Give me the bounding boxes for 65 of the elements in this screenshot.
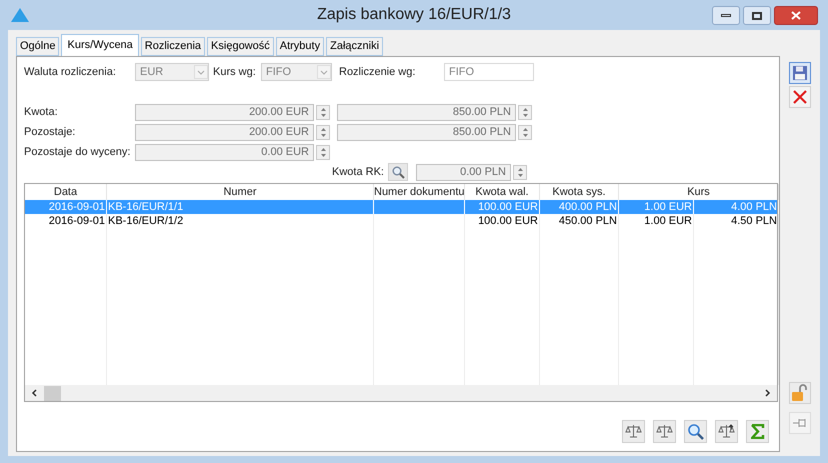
table-cell: 2016-09-01 [48, 201, 105, 213]
table-cell: 100.00 EUR [478, 215, 538, 227]
table-cell: 4.50 PLN [731, 215, 777, 227]
amount-field[interactable]: 850.00 PLN [337, 124, 516, 141]
amount-field[interactable]: 850.00 PLN [337, 104, 516, 121]
spin-arrows-icon[interactable] [316, 125, 330, 140]
chevron-down-icon [317, 65, 331, 79]
tab[interactable]: Ogólne [16, 37, 60, 56]
close-icon [791, 11, 801, 20]
table-cell: 1.00 EUR [644, 215, 692, 227]
tab[interactable]: Kurs/Wycena [61, 34, 139, 56]
tab[interactable]: Rozliczenia [140, 37, 206, 56]
pin-icon [793, 418, 807, 428]
pin-button[interactable] [789, 412, 811, 434]
field-label: Waluta rozliczenia: [24, 64, 117, 80]
field-label: Kwota RK: [332, 164, 385, 180]
table-cell: 1.00 EUR [644, 201, 692, 213]
table-cell: 100.00 EUR [478, 201, 538, 213]
search-button[interactable] [388, 163, 408, 181]
amount-field[interactable]: 200.00 EUR [135, 124, 314, 141]
field-label: Kurs wg: [213, 64, 257, 80]
search-icon [392, 166, 404, 178]
scroll-right-icon [765, 389, 771, 397]
field-label: Pozostaje do wyceny: [24, 145, 132, 160]
amount-field[interactable]: 0.00 PLN [416, 164, 511, 180]
window-title: Zapis bankowy 16/EUR/1/3 [317, 5, 511, 25]
field-label: Pozostaje: [24, 125, 76, 140]
field-label: Kwota: [24, 105, 59, 120]
close-icon [793, 90, 807, 104]
chevron-down-icon [194, 65, 208, 79]
table-cell: KB-16/EUR/1/2 [108, 215, 184, 227]
lock-button[interactable] [789, 382, 811, 404]
tab[interactable]: Załączniki [326, 37, 384, 56]
search-icon [686, 422, 704, 440]
app-logo-icon [11, 8, 29, 22]
spin-arrows-icon[interactable] [316, 145, 330, 160]
tab[interactable]: Księgowość [207, 37, 274, 56]
spin-arrows-icon[interactable] [518, 105, 532, 120]
amount-field[interactable]: 200.00 EUR [135, 104, 314, 121]
table-cell: KB-16/EUR/1/1 [108, 201, 184, 213]
spin-arrows-icon[interactable] [518, 125, 532, 140]
scrollbar-thumb[interactable] [44, 386, 61, 400]
amount-field[interactable]: 0.00 EUR [135, 144, 314, 161]
search-button[interactable] [684, 420, 707, 443]
table-cell: 2016-09-01 [48, 215, 105, 227]
open-padlock-icon [791, 384, 809, 402]
horizontal-scrollbar[interactable] [25, 385, 777, 401]
save-button[interactable] [789, 62, 811, 84]
table-cell: 400.00 PLN [558, 201, 617, 213]
table-cell: 450.00 PLN [558, 215, 617, 227]
tab[interactable]: Atrybuty [276, 37, 324, 56]
maximize-button[interactable] [743, 6, 771, 25]
scales-icon[interactable] [622, 420, 645, 443]
text-field[interactable]: FIFO [444, 63, 534, 81]
scales-icon[interactable] [653, 420, 676, 443]
sum-icon[interactable] [746, 420, 769, 443]
table-cell: 4.00 PLN [731, 201, 777, 213]
field-label: Rozliczenie wg: [339, 64, 416, 80]
scroll-left-icon [31, 389, 37, 397]
close-button[interactable] [774, 6, 818, 25]
table-row[interactable]: 2016-09-01 KB-16/EUR/1/2 100.00 EUR 450.00 PLN 1.00 EUR 4.50 PLN [25, 214, 777, 228]
minimize-button[interactable] [712, 6, 740, 25]
cancel-button[interactable] [789, 86, 811, 108]
spin-arrows-icon[interactable] [316, 105, 330, 120]
spin-arrows-icon[interactable] [513, 164, 527, 180]
